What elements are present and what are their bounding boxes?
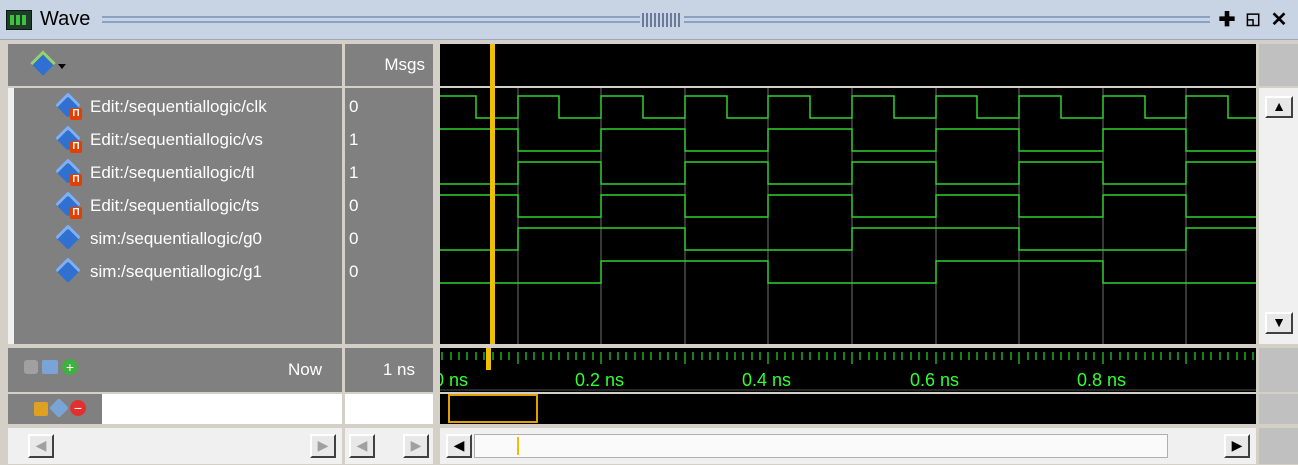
- values-pane[interactable]: 0 1 1 0 0 0: [345, 88, 433, 344]
- cursor-track[interactable]: [440, 394, 1256, 424]
- signal-name: sim:/sequentiallogic/g0: [90, 229, 262, 248]
- time-tick-label: 0.8 ns: [1077, 370, 1126, 390]
- time-tick-label: 0.2 ns: [575, 370, 624, 390]
- wave-pane[interactable]: [440, 88, 1256, 344]
- wave-header: [440, 44, 1256, 86]
- msgs-label: Msgs: [384, 55, 425, 74]
- signal-name: Edit:/sequentiallogic/ts: [90, 196, 260, 215]
- signal-name: Edit:/sequentiallogic/clk: [90, 97, 267, 116]
- signal-icon: [55, 224, 82, 252]
- values-hscrollbar[interactable]: ◀ ▶: [345, 428, 433, 464]
- ruler-corner: [1259, 348, 1298, 392]
- now-value-cell: 1 ns: [345, 348, 433, 392]
- waveform-clk[interactable]: [440, 95, 1256, 119]
- now-value: 1 ns: [382, 360, 415, 379]
- cursor-add-icon[interactable]: [42, 360, 58, 374]
- values-scroll-left-button[interactable]: ◀: [349, 434, 375, 458]
- signal-row[interactable]: sim:/sequentiallogic/g0: [55, 224, 346, 254]
- timeline-ruler[interactable]: 0 ns 0.2 ns 0.4 ns 0.6 ns 0.8 ns: [440, 348, 1256, 392]
- window-title: Wave: [40, 8, 91, 30]
- title-grip-right[interactable]: [684, 16, 1210, 23]
- title-grip-left[interactable]: [102, 16, 640, 23]
- signal-row[interactable]: Π Edit:/sequentiallogic/vs: [55, 125, 346, 155]
- header-corner: [1259, 44, 1298, 86]
- time-tick-label: 0 ns: [440, 370, 468, 390]
- cursor-name-field[interactable]: [102, 394, 342, 424]
- lock-icon[interactable]: [34, 402, 48, 416]
- signal-value: 0: [349, 196, 359, 215]
- names-scroll-left-button[interactable]: ◀: [28, 434, 54, 458]
- signal-value: 1: [349, 130, 359, 149]
- now-row: + Now: [8, 348, 342, 392]
- editable-signal-icon: Π: [55, 158, 82, 186]
- waveform-vs[interactable]: [440, 128, 1256, 152]
- vertical-scrollbar[interactable]: ▲ ▼: [1259, 88, 1298, 344]
- signal-names-pane[interactable]: Π Edit:/sequentiallogic/clk Π Edit:/sequent…: [8, 88, 342, 344]
- signal-row[interactable]: Π Edit:/sequentiallogic/tl: [55, 158, 346, 188]
- cursor-row: −: [8, 394, 342, 424]
- dock-button[interactable]: ✚: [1216, 9, 1238, 31]
- close-button[interactable]: ✕: [1268, 9, 1290, 31]
- time-tick-label: 0.6 ns: [910, 370, 959, 390]
- signal-name: Edit:/sequentiallogic/vs: [90, 130, 263, 149]
- now-label: Now: [287, 360, 322, 379]
- wave-window-icon: [6, 10, 32, 30]
- add-cursor-icon[interactable]: +: [62, 359, 78, 375]
- wave-scroll-right-button[interactable]: ▶: [1224, 434, 1250, 458]
- signal-value: 1: [349, 163, 359, 182]
- scroll-cursor-marker: [517, 437, 519, 455]
- signal-row[interactable]: Π Edit:/sequentiallogic/ts: [55, 191, 346, 221]
- signal-row[interactable]: sim:/sequentiallogic/g1: [55, 257, 346, 287]
- delete-cursor-icon[interactable]: −: [70, 400, 86, 416]
- cursor-tool-icon[interactable]: [24, 360, 38, 374]
- signal-value: 0: [349, 97, 359, 116]
- cursor-box[interactable]: [448, 394, 538, 423]
- names-scroll-right-button[interactable]: ▶: [310, 434, 336, 458]
- undock-button[interactable]: ◱: [1242, 9, 1264, 31]
- title-bar[interactable]: Wave ✚ ◱ ✕: [0, 0, 1298, 40]
- signal-value: 0: [349, 229, 359, 248]
- waveform-g0[interactable]: [440, 227, 1256, 251]
- scroll-down-button[interactable]: ▼: [1265, 312, 1293, 334]
- edit-cursor-icon[interactable]: [49, 398, 69, 418]
- signal-row[interactable]: Π Edit:/sequentiallogic/clk: [55, 92, 346, 122]
- cursor-value-field[interactable]: [345, 394, 433, 424]
- signal-name: sim:/sequentiallogic/g1: [90, 262, 262, 281]
- wave-scroll-thumb[interactable]: [474, 434, 1168, 458]
- ruler-cursor-marker[interactable]: [486, 348, 491, 370]
- values-header: Msgs: [345, 44, 433, 86]
- bottom-corner: [1259, 428, 1298, 464]
- editable-signal-icon: Π: [55, 125, 82, 153]
- signal-name: Edit:/sequentiallogic/tl: [90, 163, 255, 182]
- time-tick-label: 0.4 ns: [742, 370, 791, 390]
- names-hscrollbar[interactable]: ◀ ▶: [8, 428, 342, 464]
- cursor-line[interactable]: [490, 44, 495, 344]
- waveform-g1[interactable]: [440, 260, 1256, 284]
- signal-value: 0: [349, 262, 359, 281]
- pathnames-header: [8, 44, 342, 86]
- cursor-corner: [1259, 394, 1298, 424]
- wave-scroll-left-button[interactable]: ◀: [446, 434, 472, 458]
- wave-hscrollbar[interactable]: ◀ ▶: [440, 428, 1256, 464]
- values-scroll-right-button[interactable]: ▶: [403, 434, 429, 458]
- signal-icon: [55, 257, 82, 285]
- waveform-tl[interactable]: [440, 161, 1256, 185]
- waveform-ts[interactable]: [440, 194, 1256, 218]
- ruler-canvas: 0 ns 0.2 ns 0.4 ns 0.6 ns 0.8 ns: [440, 348, 1256, 391]
- scroll-up-button[interactable]: ▲: [1265, 96, 1293, 118]
- drag-handle-icon[interactable]: [642, 13, 680, 27]
- add-wave-icon[interactable]: [28, 50, 68, 78]
- editable-signal-icon: Π: [55, 92, 82, 120]
- wave-canvas[interactable]: [440, 88, 1256, 344]
- editable-signal-icon: Π: [55, 191, 82, 219]
